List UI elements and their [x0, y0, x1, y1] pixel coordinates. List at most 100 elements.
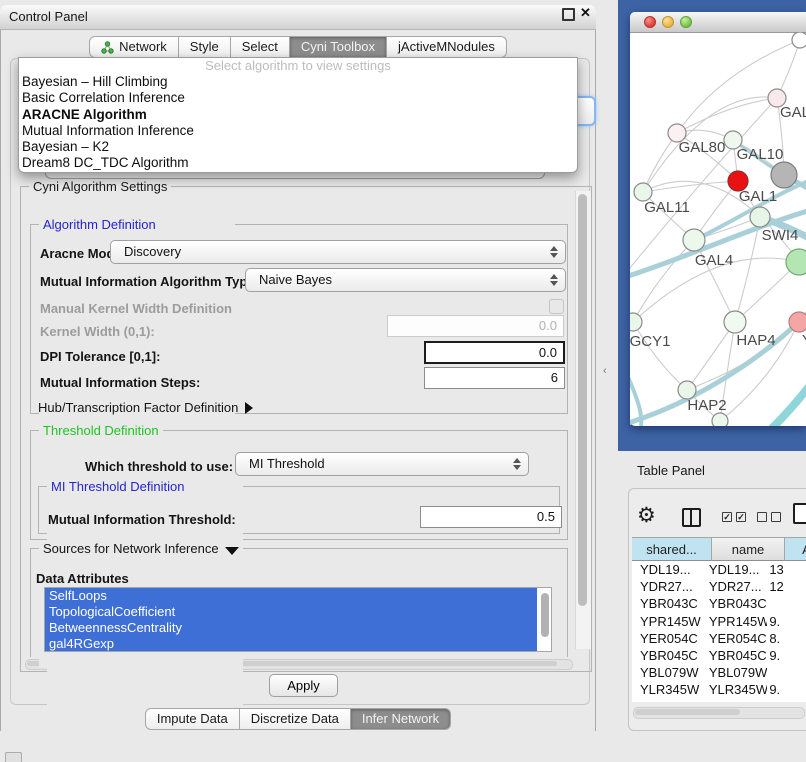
table-row[interactable]: YER054CYER054C8. — [632, 630, 806, 647]
checked-box-icon[interactable]: ✓ — [736, 512, 746, 522]
table-row[interactable]: YBL079WYBL079W — [632, 664, 806, 681]
zoom-traffic-light-icon[interactable] — [680, 16, 692, 28]
dpi-tolerance-field[interactable]: 0.0 — [424, 341, 565, 364]
dropdown-item-bayesian-k2[interactable]: Bayesian – K2 — [19, 139, 577, 155]
network-edge[interactable] — [643, 133, 677, 192]
collapse-arrow-icon[interactable] — [225, 547, 239, 555]
column-header-shared[interactable]: shared... — [632, 537, 712, 561]
dropdown-item-dream8-dc-tdc-algorithm[interactable]: Dream8 DC_TDC Algorithm — [19, 155, 577, 171]
hub-definition-toggle[interactable]: Hub/Transcription Factor Definition — [38, 400, 253, 415]
expand-arrow-icon[interactable] — [245, 402, 253, 414]
network-window-titlebar[interactable] — [630, 12, 806, 33]
tab-label: Infer Network — [362, 709, 439, 729]
network-edge[interactable] — [677, 98, 777, 133]
table-row[interactable]: YDL19...YDL19...13 — [632, 561, 806, 578]
network-node[interactable] — [792, 32, 806, 48]
tab-jactivemnodules[interactable]: jActiveMNodules — [386, 36, 507, 58]
new-table-icon[interactable] — [793, 503, 806, 524]
split-columns-icon[interactable] — [682, 508, 701, 527]
table-header: shared...nameA — [632, 537, 806, 561]
column-header-a[interactable]: A — [785, 537, 806, 561]
mi-threshold-field[interactable]: 0.5 — [420, 506, 562, 528]
dropdown-item-aracne-algorithm[interactable]: ARACNE Algorithm — [19, 107, 577, 123]
network-node[interactable] — [712, 413, 728, 426]
splitter-arrow-icon[interactable]: ‹ — [603, 365, 607, 377]
tab-impute-data[interactable]: Impute Data — [145, 708, 240, 730]
manual-kernel-checkbox[interactable] — [549, 299, 564, 314]
column-header-name[interactable]: name — [712, 537, 785, 561]
table-cell: YDR27... — [703, 578, 767, 595]
kernel-width-label: Kernel Width (0,1): — [40, 324, 155, 339]
mi-type-combo[interactable]: Naive Bayes — [245, 268, 566, 292]
tab-style[interactable]: Style — [178, 36, 231, 58]
unchecked-box-icon[interactable] — [757, 512, 767, 522]
tab-label: Style — [190, 37, 219, 57]
manual-kernel-label: Manual Kernel Width Definition — [40, 301, 232, 316]
tab-network[interactable]: Network — [89, 36, 179, 58]
mi-steps-field[interactable]: 6 — [424, 367, 565, 389]
dropdown-item-bayesian-hill-climbing[interactable]: Bayesian – Hill Climbing — [19, 74, 577, 90]
checked-box-icon[interactable]: ✓ — [722, 512, 732, 522]
dropdown-hint: Select algorithm to view settings — [19, 58, 577, 74]
table-row[interactable]: YIL052CYIL052C9 — [632, 699, 806, 703]
settings-vscrollbar-thumb[interactable] — [578, 194, 587, 606]
network-node[interactable] — [724, 311, 746, 333]
minimize-traffic-light-icon[interactable] — [662, 16, 674, 28]
network-node[interactable] — [750, 207, 770, 227]
network-node-label: Y — [802, 332, 806, 349]
dropdown-item-mutual-information-inference[interactable]: Mutual Information Inference — [19, 123, 577, 139]
control-panel-titlebar[interactable]: Control Panel — [0, 5, 596, 30]
table-cell — [767, 664, 806, 681]
stepper-arrows-icon — [550, 274, 558, 286]
table-row[interactable]: YPR145WYPR145W9. — [632, 613, 806, 630]
mi-type-label: Mutual Information Algorithm Type: — [40, 274, 259, 289]
network-node[interactable] — [789, 312, 806, 332]
table-row[interactable]: YLR345WYLR345W9. — [632, 681, 806, 698]
sources-title-text: Sources for Network Inference — [43, 541, 219, 556]
tab-cyni-toolbox[interactable]: Cyni Toolbox — [289, 36, 387, 58]
table-cell: 12 — [767, 578, 806, 595]
gear-icon[interactable]: ⚙ — [637, 503, 656, 528]
table-row[interactable]: YBR043CYBR043C — [632, 595, 806, 612]
table-cell: YDR27... — [632, 578, 703, 595]
threshold-definition-title: Threshold Definition — [39, 423, 163, 438]
table-hscrollbar-thumb[interactable] — [635, 709, 740, 715]
unchecked-box-icon[interactable] — [771, 512, 781, 522]
table-cell: YPR145W — [632, 613, 703, 630]
kernel-width-field[interactable]: 0.0 — [387, 315, 564, 337]
network-node-label: GAL1 — [739, 188, 777, 205]
aracne-mode-combo[interactable]: Discovery — [110, 240, 566, 264]
table-row[interactable]: YBR045CYBR045C9. — [632, 647, 806, 664]
table-hscrollbar-track[interactable] — [633, 707, 805, 719]
minimized-panel-grip[interactable] — [5, 752, 22, 762]
attribute-item-selfloops[interactable]: SelfLoops — [45, 588, 537, 604]
list-vscrollbar-thumb[interactable] — [541, 593, 549, 637]
which-threshold-combo[interactable]: MI Threshold — [235, 452, 529, 476]
network-edge[interactable] — [643, 181, 738, 192]
attribute-item-betweennesscentrality[interactable]: BetweennessCentrality — [45, 620, 537, 636]
network-canvas[interactable]: GALGAL80GAL10GAL11GAL1SWI4GAL4GCY1HAP4YH… — [630, 32, 806, 426]
table-body: YDL19...YDL19...13YDR27...YDR27...12YBR0… — [632, 561, 806, 702]
network-node[interactable] — [771, 162, 797, 188]
close-traffic-light-icon[interactable] — [644, 16, 656, 28]
data-attributes-list[interactable]: SelfLoopsTopologicalCoefficientBetweenne… — [44, 587, 552, 652]
float-window-icon[interactable] — [562, 8, 575, 21]
table-row[interactable]: YDR27...YDR27...12 — [632, 578, 806, 595]
tab-infer-network[interactable]: Infer Network — [350, 708, 451, 730]
network-node[interactable] — [786, 249, 806, 275]
dropdown-item-basic-correlation-inference[interactable]: Basic Correlation Inference — [19, 90, 577, 106]
attribute-items: SelfLoopsTopologicalCoefficientBetweenne… — [45, 588, 551, 652]
network-node[interactable] — [630, 313, 642, 331]
apply-button[interactable]: Apply — [269, 674, 338, 697]
close-icon[interactable]: ✕ — [580, 5, 591, 21]
sources-group-title[interactable]: Sources for Network Inference — [39, 541, 243, 556]
network-edge-highlighted[interactable] — [768, 384, 806, 426]
tab-discretize-data[interactable]: Discretize Data — [239, 708, 351, 730]
network-node[interactable] — [683, 229, 705, 251]
tab-select[interactable]: Select — [230, 36, 290, 58]
mi-steps-label: Mutual Information Steps: — [40, 375, 200, 390]
network-node-label: HAP4 — [736, 332, 775, 349]
attribute-item-topologicalcoefficient[interactable]: TopologicalCoefficient — [45, 604, 537, 620]
table-cell: YBR043C — [632, 595, 703, 612]
attribute-item-gal4rgexp[interactable]: gal4RGexp — [45, 636, 537, 652]
